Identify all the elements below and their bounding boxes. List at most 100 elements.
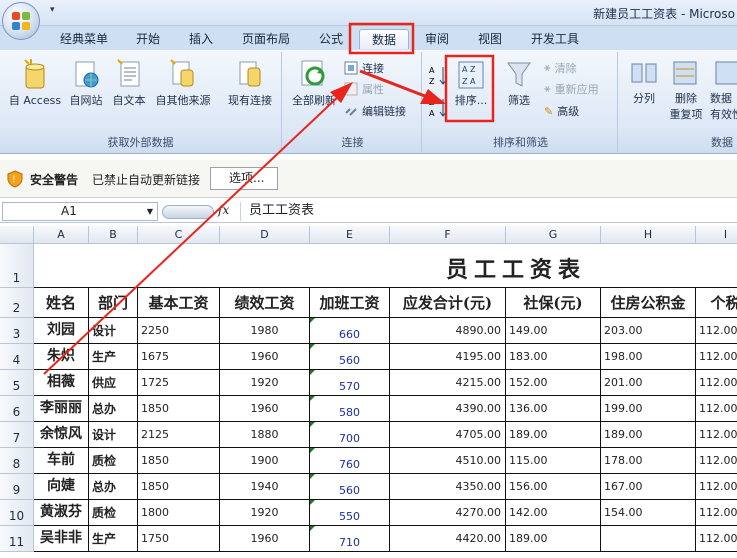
- column-header-d[interactable]: D: [220, 226, 310, 244]
- table-cell[interactable]: 152.00: [506, 370, 601, 396]
- table-cell[interactable]: 设计: [89, 318, 138, 344]
- table-cell[interactable]: 向婕: [34, 474, 89, 500]
- table-cell[interactable]: 4890.00: [390, 318, 506, 344]
- tab-classic-menu[interactable]: 经典菜单: [58, 29, 110, 49]
- table-cell[interactable]: 136.00: [506, 396, 601, 422]
- table-cell[interactable]: 相薇: [34, 370, 89, 396]
- column-header-f[interactable]: F: [390, 226, 506, 244]
- row-header-8[interactable]: 8: [0, 448, 34, 474]
- table-cell[interactable]: 4350.00: [390, 474, 506, 500]
- table-cell[interactable]: 2250: [138, 318, 220, 344]
- header-cell[interactable]: 加班工资: [310, 288, 390, 318]
- table-cell[interactable]: 1675: [138, 344, 220, 370]
- table-cell[interactable]: 余惊风: [34, 422, 89, 448]
- table-cell[interactable]: 189.00: [601, 422, 696, 448]
- table-cell[interactable]: 112.00: [696, 422, 737, 448]
- header-cell[interactable]: 姓名: [34, 288, 89, 318]
- row-header-6[interactable]: 6: [0, 396, 34, 422]
- existing-connections-button[interactable]: 现有连接: [224, 58, 276, 108]
- row-header-1[interactable]: 1: [0, 244, 34, 288]
- header-cell[interactable]: 基本工资: [138, 288, 220, 318]
- from-text-button[interactable]: 自文本: [109, 58, 149, 108]
- row-header-7[interactable]: 7: [0, 422, 34, 448]
- table-cell[interactable]: 1920: [220, 370, 310, 396]
- row-header-5[interactable]: 5: [0, 370, 34, 396]
- cell-a1-title[interactable]: 员工工资表: [34, 244, 737, 288]
- table-cell[interactable]: 1900: [220, 448, 310, 474]
- security-options-button[interactable]: 选项...: [210, 167, 278, 190]
- table-cell[interactable]: 700: [310, 422, 390, 448]
- column-header-g[interactable]: G: [506, 226, 601, 244]
- table-cell[interactable]: 生产: [89, 526, 138, 552]
- select-all-corner[interactable]: [0, 226, 34, 244]
- table-cell[interactable]: 178.00: [601, 448, 696, 474]
- header-cell[interactable]: 住房公积金: [601, 288, 696, 318]
- table-cell[interactable]: 198.00: [601, 344, 696, 370]
- table-cell[interactable]: 4390.00: [390, 396, 506, 422]
- table-cell[interactable]: 1960: [220, 344, 310, 370]
- table-cell[interactable]: 142.00: [506, 500, 601, 526]
- row-header-10[interactable]: 10: [0, 500, 34, 526]
- edit-links-button[interactable]: 编辑链接: [344, 103, 406, 119]
- table-cell[interactable]: 1960: [220, 396, 310, 422]
- name-box-dropdown-icon[interactable]: ▼: [147, 203, 153, 220]
- tab-review[interactable]: 审阅: [420, 29, 454, 49]
- table-cell[interactable]: 李丽丽: [34, 396, 89, 422]
- properties-button[interactable]: 属性: [344, 81, 384, 97]
- from-other-sources-button[interactable]: 自其他来源: [151, 58, 215, 108]
- table-cell[interactable]: 黄淑芬: [34, 500, 89, 526]
- table-cell[interactable]: 4195.00: [390, 344, 506, 370]
- tab-developer[interactable]: 开发工具: [525, 29, 585, 49]
- table-cell[interactable]: 1940: [220, 474, 310, 500]
- table-cell[interactable]: 115.00: [506, 448, 601, 474]
- tab-insert[interactable]: 插入: [183, 29, 219, 49]
- table-cell[interactable]: 112.00: [696, 318, 737, 344]
- data-validation-button[interactable]: 数据 有效性: [710, 58, 737, 122]
- table-cell[interactable]: 580: [310, 396, 390, 422]
- row-header-9[interactable]: 9: [0, 474, 34, 500]
- table-cell[interactable]: 1850: [138, 448, 220, 474]
- column-header-b[interactable]: B: [89, 226, 138, 244]
- text-to-columns-button[interactable]: 分列: [626, 58, 662, 106]
- row-header-4[interactable]: 4: [0, 344, 34, 370]
- refresh-all-button[interactable]: 全部刷新: [288, 58, 340, 108]
- table-cell[interactable]: 199.00: [601, 396, 696, 422]
- tab-page-layout[interactable]: 页面布局: [236, 29, 296, 49]
- table-cell[interactable]: 4420.00: [390, 526, 506, 552]
- table-cell[interactable]: 生产: [89, 344, 138, 370]
- from-web-button[interactable]: 自网站: [66, 58, 106, 108]
- header-cell[interactable]: 社保(元): [506, 288, 601, 318]
- table-cell[interactable]: 1850: [138, 474, 220, 500]
- header-cell[interactable]: 应发合计(元): [390, 288, 506, 318]
- table-cell[interactable]: 183.00: [506, 344, 601, 370]
- sort-button[interactable]: A Z Z A 排序...: [449, 60, 493, 108]
- table-cell[interactable]: 156.00: [506, 474, 601, 500]
- table-cell[interactable]: 刘园: [34, 318, 89, 344]
- table-cell[interactable]: 201.00: [601, 370, 696, 396]
- row-header-3[interactable]: 3: [0, 318, 34, 344]
- filter-button[interactable]: 筛选: [502, 60, 536, 108]
- connections-button[interactable]: 连接: [344, 60, 384, 76]
- column-header-c[interactable]: C: [138, 226, 220, 244]
- office-button[interactable]: [2, 2, 40, 40]
- table-cell[interactable]: 189.00: [506, 422, 601, 448]
- table-cell[interactable]: 760: [310, 448, 390, 474]
- column-header-h[interactable]: H: [601, 226, 696, 244]
- table-cell[interactable]: 车前: [34, 448, 89, 474]
- table-cell[interactable]: 吴非非: [34, 526, 89, 552]
- column-header-i[interactable]: I: [696, 226, 737, 244]
- table-cell[interactable]: 设计: [89, 422, 138, 448]
- header-cell[interactable]: 部门: [89, 288, 138, 318]
- column-header-e[interactable]: E: [310, 226, 390, 244]
- table-cell[interactable]: 660: [310, 318, 390, 344]
- table-cell[interactable]: 560: [310, 344, 390, 370]
- row-header-2[interactable]: 2: [0, 288, 34, 318]
- table-cell[interactable]: 710: [310, 526, 390, 552]
- quick-access-dropdown-icon[interactable]: ▾: [50, 5, 55, 15]
- table-cell[interactable]: 4270.00: [390, 500, 506, 526]
- table-cell[interactable]: 550: [310, 500, 390, 526]
- table-cell[interactable]: 4705.00: [390, 422, 506, 448]
- table-cell[interactable]: 203.00: [601, 318, 696, 344]
- remove-duplicates-button[interactable]: 删除 重复项: [666, 58, 706, 122]
- table-cell[interactable]: 112.00: [696, 370, 737, 396]
